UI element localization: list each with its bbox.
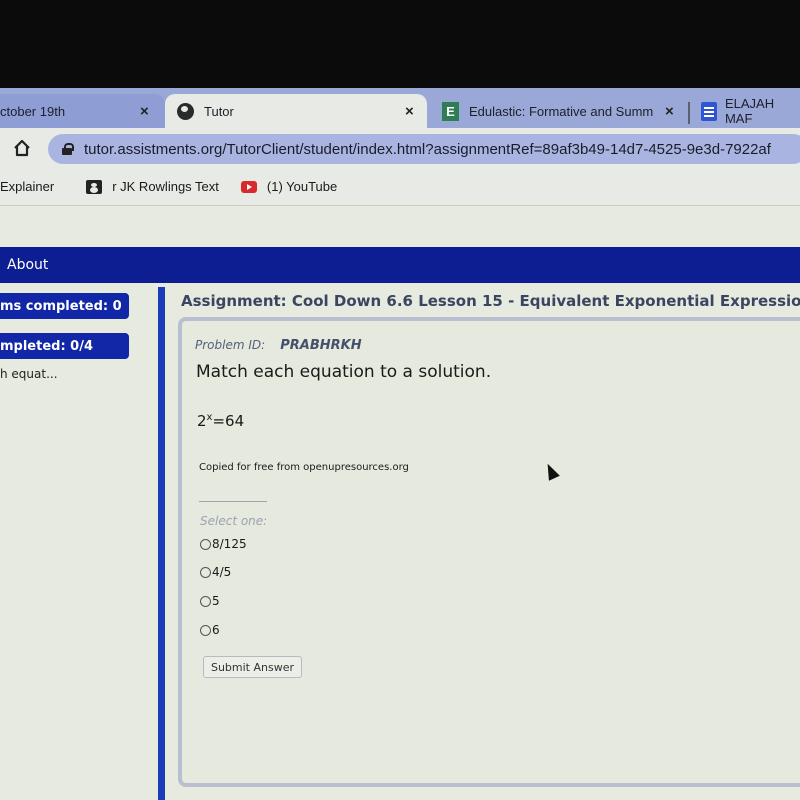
close-icon[interactable]: × <box>140 103 149 120</box>
globe-icon <box>177 102 194 120</box>
docs-icon <box>701 101 717 121</box>
sidebar-item-problem[interactable]: h equat... <box>0 367 58 381</box>
assignment-title: Assignment: Cool Down 6.6 Lesson 15 - Eq… <box>181 292 800 310</box>
tab-october[interactable]: ctober 19th × <box>0 94 165 128</box>
option-label: 6 <box>212 623 220 637</box>
radio-button[interactable] <box>200 624 211 636</box>
youtube-icon <box>240 180 257 193</box>
tab-title: ELAJAH MAF <box>724 96 775 126</box>
bookmark-label: (1) YouTube <box>266 179 338 194</box>
option-label: 4/5 <box>212 565 232 579</box>
bookmark-label: r JK Rowlings Text <box>112 179 219 194</box>
submit-answer-button[interactable]: Submit Answer <box>203 656 302 678</box>
close-icon[interactable]: × <box>665 103 674 120</box>
close-icon[interactable]: × <box>405 103 414 120</box>
tab-elajah[interactable]: ELAJAH MAF <box>695 94 800 128</box>
address-bar[interactable]: tutor.assistments.org/TutorClient/studen… <box>48 134 800 164</box>
top-navbar: About <box>0 247 800 283</box>
problems-completed-badge: ms completed: 0 <box>0 293 129 319</box>
option-5[interactable]: 5 <box>200 594 220 608</box>
sidebar: ms completed: 0 mpleted: 0/4 h equat... <box>0 283 158 800</box>
tab-tutor[interactable]: Tutor × <box>165 94 427 128</box>
sidebar-divider <box>158 287 165 800</box>
option-4-5[interactable]: 4/5 <box>200 565 231 579</box>
browser-toolbar: tutor.assistments.org/TutorClient/studen… <box>0 128 800 168</box>
option-label: 5 <box>212 594 220 608</box>
bookmark-youtube[interactable]: (1) YouTube <box>240 179 338 194</box>
option-label: 8/125 <box>212 537 247 551</box>
tab-title: ctober 19th <box>0 103 66 119</box>
bookmark-jk-rowlings[interactable]: r JK Rowlings Text <box>86 179 219 194</box>
completed-ratio-badge: mpleted: 0/4 <box>0 333 129 359</box>
page-content: About ms completed: 0 mpleted: 0/4 h equ… <box>0 207 800 800</box>
lock-icon <box>62 143 74 155</box>
bookmark-explainer[interactable]: Explainer <box>0 179 54 194</box>
bookmarks-bar: Explainer r JK Rowlings Text (1) YouTube <box>0 168 800 206</box>
tab-edulastic[interactable]: E Edulastic: Formative and Summ × <box>430 94 690 128</box>
tab-separator <box>688 102 690 124</box>
option-8-125[interactable]: 8/125 <box>200 537 247 551</box>
tab-title: Edulastic: Formative and Summ <box>469 103 654 119</box>
radio-button[interactable] <box>200 566 211 578</box>
option-6[interactable]: 6 <box>200 623 220 637</box>
home-icon[interactable] <box>12 138 32 158</box>
browser-window: ctober 19th × Tutor × E Edulastic: Forma… <box>0 88 800 800</box>
radio-button[interactable] <box>200 595 211 607</box>
problem-card <box>178 317 800 787</box>
url-text: tutor.assistments.org/TutorClient/studen… <box>84 140 771 158</box>
nav-about[interactable]: About <box>7 257 48 273</box>
classroom-icon <box>86 179 103 194</box>
radio-button[interactable] <box>200 538 211 550</box>
tab-title: Tutor <box>204 103 234 119</box>
edulastic-icon: E <box>442 101 459 121</box>
tab-strip: ctober 19th × Tutor × E Edulastic: Forma… <box>0 88 800 128</box>
bookmark-label: Explainer <box>0 179 55 194</box>
